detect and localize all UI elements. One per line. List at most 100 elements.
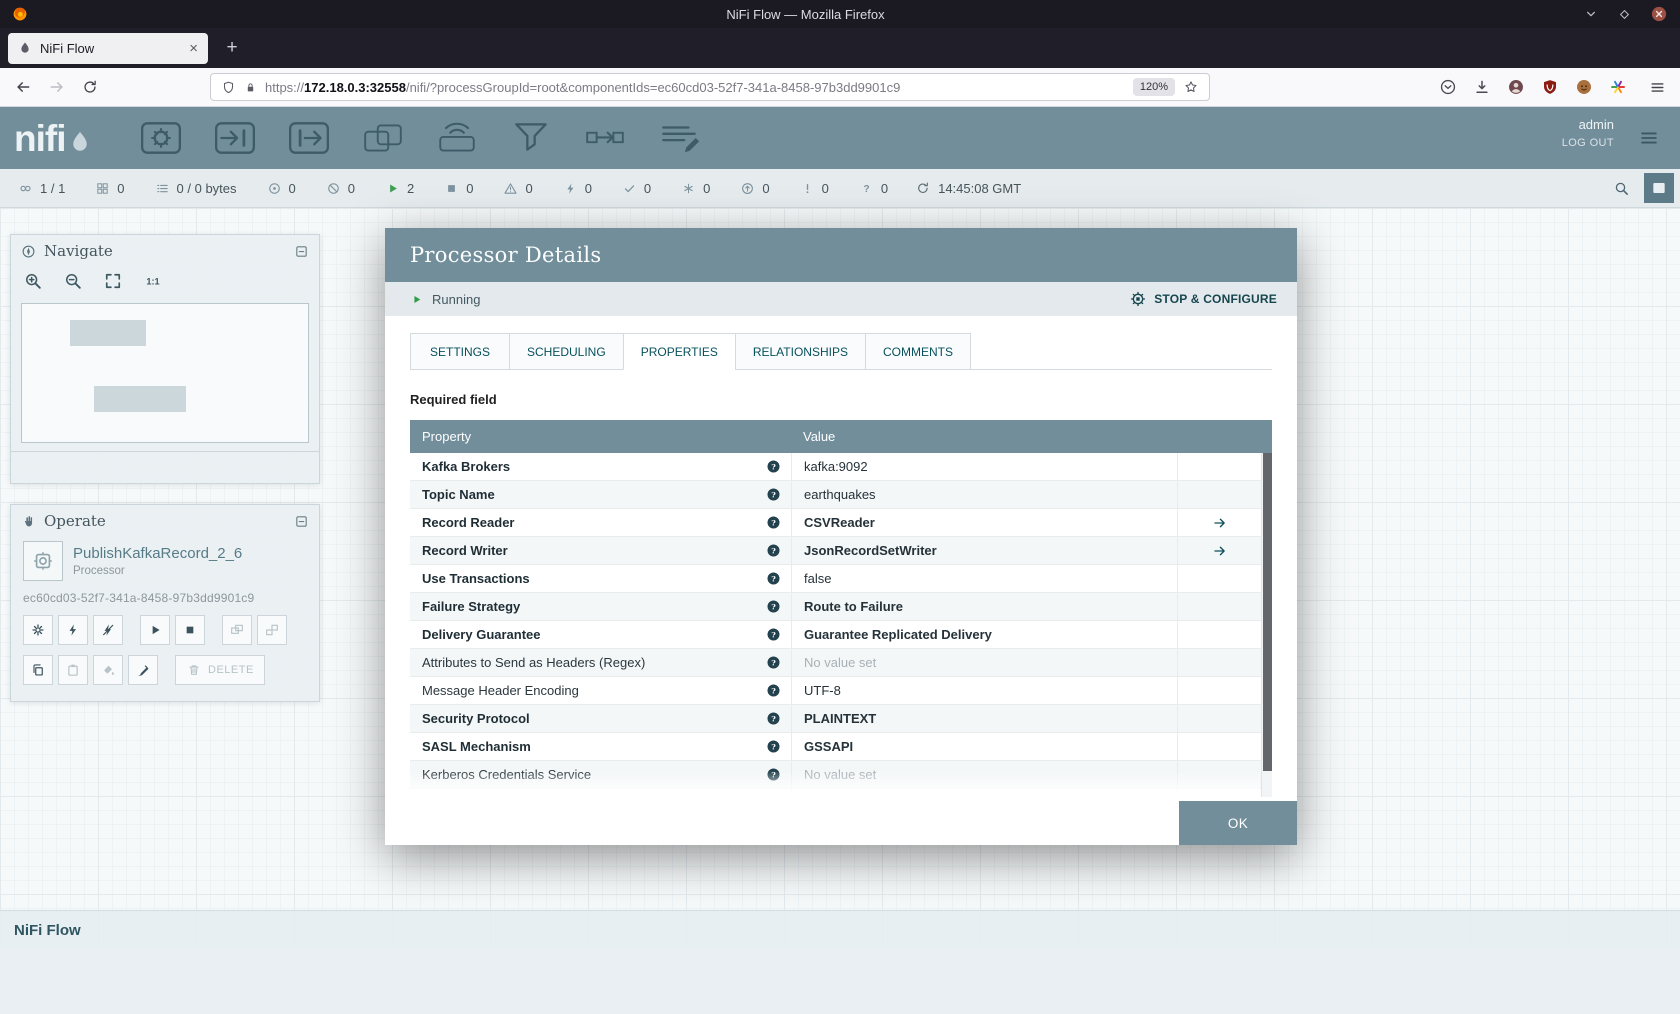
collapse-navigate-button[interactable] [294, 244, 309, 259]
status-stale: 0 [740, 181, 770, 196]
profile-icon[interactable] [1575, 78, 1593, 96]
status-count: 0 [117, 180, 125, 196]
bolt-button[interactable] [58, 615, 88, 645]
actual-size-button[interactable]: 1:1 [143, 271, 163, 291]
stop-button[interactable] [175, 615, 205, 645]
not-transmitting-icon [326, 181, 341, 196]
forward-button[interactable] [48, 78, 66, 96]
goto-service-icon[interactable] [1212, 515, 1228, 531]
paste-button[interactable] [58, 655, 88, 685]
property-row: Delivery Guarantee? Guarantee Replicated … [410, 621, 1272, 649]
help-icon[interactable]: ? [766, 711, 781, 726]
pocket-icon[interactable] [1439, 78, 1457, 96]
refresh-icon[interactable] [916, 181, 930, 195]
help-icon[interactable]: ? [766, 571, 781, 586]
toolbar-remote-process-group-icon[interactable] [435, 120, 479, 156]
status-disabled: 0 [563, 181, 592, 196]
url-bar[interactable]: https://172.18.0.3:32558/nifi/?processGr… [210, 73, 1210, 101]
toolbar-output-port-icon[interactable] [287, 120, 331, 156]
gear-button[interactable] [23, 615, 53, 645]
property-name-text: Use Transactions [422, 571, 530, 586]
property-value: false [791, 565, 1177, 592]
table-header: Property Value [410, 420, 1272, 453]
help-icon[interactable]: ? [766, 683, 781, 698]
browser-tab[interactable]: NiFi Flow × [8, 32, 208, 64]
stop-configure-icon [1129, 290, 1147, 308]
tab-relationships[interactable]: RELATIONSHIPS [734, 333, 866, 370]
account-icon[interactable] [1507, 78, 1525, 96]
brush-icon [135, 662, 151, 678]
brush-button[interactable] [128, 655, 158, 685]
status-not-transmitting: 0 [326, 181, 355, 196]
toolbar-template-icon[interactable] [583, 120, 627, 156]
toolbar-input-port-icon[interactable] [213, 120, 257, 156]
stop-icon [182, 622, 198, 638]
help-icon[interactable]: ? [766, 487, 781, 502]
property-name-text: SASL Mechanism [422, 739, 531, 754]
navigation-toolbar: https://172.18.0.3:32558/nifi/?processGr… [0, 68, 1680, 107]
tab-close-button[interactable]: × [189, 40, 198, 57]
bolt-slash-button[interactable] [93, 615, 123, 645]
back-button[interactable] [14, 78, 32, 96]
stop-and-configure-button[interactable]: STOP & CONFIGURE [1129, 290, 1277, 308]
reload-button[interactable] [82, 79, 98, 95]
window-maximize-button[interactable] [1617, 7, 1632, 22]
help-icon[interactable]: ? [766, 599, 781, 614]
delete-button[interactable]: DELETE [175, 655, 265, 685]
zoom-level-badge[interactable]: 120% [1132, 78, 1175, 96]
dialog-tabs: SETTINGS SCHEDULING PROPERTIES RELATIONSHIP… [410, 333, 1272, 370]
ok-button[interactable]: OK [1179, 801, 1297, 845]
menu-button[interactable] [1649, 79, 1666, 96]
status-count: 0 [880, 180, 889, 196]
help-icon[interactable]: ? [766, 459, 781, 474]
toolbar-funnel-icon[interactable] [509, 120, 553, 156]
downloads-icon[interactable] [1473, 78, 1491, 96]
collapse-operate-button[interactable] [294, 514, 309, 529]
help-icon[interactable]: ? [766, 767, 781, 782]
svg-text:?: ? [771, 630, 776, 639]
breadcrumb-root[interactable]: NiFi Flow [14, 922, 81, 939]
gear-icon [30, 622, 46, 638]
property-name: Security Protocol? [410, 705, 791, 732]
help-icon[interactable]: ? [766, 515, 781, 530]
flow-summary-button[interactable] [1644, 173, 1674, 203]
fill-color-button[interactable] [93, 655, 123, 685]
scrollbar-thumb[interactable] [1263, 453, 1272, 771]
refresh-group[interactable]: 14:45:08 GMT [916, 181, 1021, 196]
table-scrollbar[interactable] [1261, 453, 1272, 797]
search-button[interactable] [1613, 180, 1630, 197]
start-button[interactable] [140, 615, 170, 645]
toolbar-label-icon[interactable] [657, 120, 701, 156]
window-minimize-button[interactable] [1583, 6, 1599, 22]
tab-comments[interactable]: COMMENTS [864, 333, 971, 370]
url-path: /nifi/?processGroupId=root&componentIds=… [405, 79, 901, 95]
toolbar-process-group-icon[interactable] [361, 120, 405, 156]
status-locally-modified: 0 [681, 181, 710, 196]
lock-icon[interactable] [244, 81, 257, 94]
tab-scheduling[interactable]: SCHEDULING [509, 333, 624, 370]
tab-settings[interactable]: SETTINGS [410, 333, 510, 370]
ublock-icon[interactable] [1541, 78, 1559, 96]
property-value: PLAINTEXT [791, 705, 1177, 732]
help-icon[interactable]: ? [766, 543, 781, 558]
toolbar-processor-icon[interactable] [139, 120, 183, 156]
global-menu-button[interactable] [1636, 127, 1662, 149]
goto-service-icon[interactable] [1212, 543, 1228, 559]
logout-link[interactable]: LOG OUT [1562, 137, 1614, 149]
copy-button[interactable] [23, 655, 53, 685]
tracking-protection-icon[interactable] [221, 80, 236, 95]
zoom-fit-button[interactable] [103, 271, 123, 291]
ungroup-button[interactable] [257, 615, 287, 645]
help-icon[interactable]: ? [766, 739, 781, 754]
group-button[interactable] [222, 615, 252, 645]
zoom-in-button[interactable] [23, 271, 43, 291]
extension-pinwheel-icon[interactable] [1609, 78, 1627, 96]
tab-properties[interactable]: PROPERTIES [622, 333, 736, 370]
help-icon[interactable]: ? [766, 627, 781, 642]
minimap[interactable] [21, 303, 309, 443]
window-close-button[interactable] [1650, 5, 1668, 23]
zoom-out-button[interactable] [63, 271, 83, 291]
new-tab-button[interactable]: + [218, 34, 246, 62]
help-icon[interactable]: ? [766, 655, 781, 670]
bookmark-star-icon[interactable] [1183, 79, 1199, 95]
